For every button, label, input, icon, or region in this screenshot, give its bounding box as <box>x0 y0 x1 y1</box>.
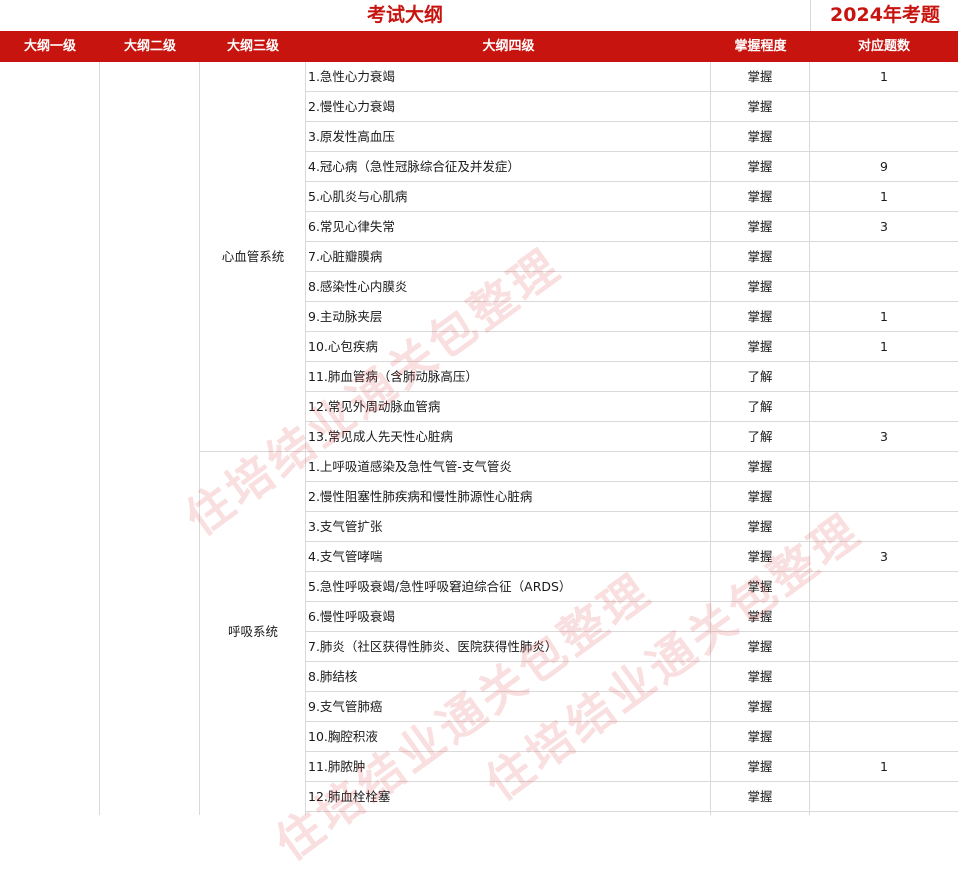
header-count: 对应题数 <box>857 39 910 54</box>
topic-cell: 12.常见外周动脉血管病 <box>308 399 441 414</box>
table-row: 5.心肌炎与心肌病 掌握 1 <box>306 182 958 212</box>
count-cell: 1 <box>880 309 888 324</box>
table-row: 12.肺血栓栓塞 掌握 <box>306 782 958 812</box>
table-row: 2.慢性阻塞性肺疾病和慢性肺源性心脏病 掌握 <box>306 482 958 512</box>
count-cell: 1 <box>880 189 888 204</box>
table-row: 6.慢性呼吸衰竭 掌握 <box>306 602 958 632</box>
topic-cell: 10.心包疾病 <box>308 339 378 354</box>
topic-cell: 8.感染性心内膜炎 <box>308 279 408 294</box>
topic-cell: 11.肺脓肿 <box>308 759 366 774</box>
topic-cell: 13.常见成人先天性心脏病 <box>308 429 453 444</box>
topic-cell: 11.肺血管病（含肺动脉高压） <box>308 369 478 384</box>
header-level2: 大纲二级 <box>123 39 176 54</box>
topic-cell: 7.肺炎（社区获得性肺炎、医院获得性肺炎） <box>308 639 558 654</box>
count-cell: 1 <box>880 759 888 774</box>
count-cell: 1 <box>880 69 888 84</box>
column-divider <box>99 62 100 815</box>
count-cell: 9 <box>880 159 888 174</box>
system-label: 呼吸系统 <box>227 624 278 639</box>
topic-cell: 5.急性呼吸衰竭/急性呼吸窘迫综合征（ARDS） <box>308 579 572 594</box>
topic-cell: 2.慢性阻塞性肺疾病和慢性肺源性心脏病 <box>308 489 533 504</box>
table-row: 6.常见心律失常 掌握 3 <box>306 212 958 242</box>
count-cell: 3 <box>880 549 888 564</box>
topic-cell: 1.上呼吸道感染及急性气管-支气管炎 <box>308 459 512 474</box>
table-row: 2.慢性心力衰竭 掌握 <box>306 92 958 122</box>
table-row: 4.冠心病（急性冠脉综合征及并发症） 掌握 9 <box>306 152 958 182</box>
table-row: 13.常见成人先天性心脏病 了解 3 <box>306 422 958 452</box>
system-label: 心血管系统 <box>221 249 285 264</box>
topic-cell: 2.慢性心力衰竭 <box>308 99 395 114</box>
table-row: 10.心包疾病 掌握 1 <box>306 332 958 362</box>
mastery-cell: 掌握 <box>747 519 773 534</box>
mastery-cell: 掌握 <box>747 99 773 114</box>
count-cell: 3 <box>880 219 888 234</box>
table-row: 7.心脏瓣膜病 掌握 <box>306 242 958 272</box>
table-row: 3.支气管扩张 掌握 <box>306 512 958 542</box>
year-title: 2024年考题 <box>810 0 958 31</box>
mastery-cell: 了解 <box>747 429 773 444</box>
page-title: 考试大纲 <box>366 4 443 26</box>
table-header: 大纲一级 大纲二级 大纲三级 大纲四级 掌握程度 对应题数 <box>0 31 958 62</box>
mastery-cell: 了解 <box>747 399 773 414</box>
mastery-cell: 掌握 <box>747 489 773 504</box>
topic-cell: 3.原发性高血压 <box>308 129 395 144</box>
table-row: 9.主动脉夹层 掌握 1 <box>306 302 958 332</box>
mastery-cell: 掌握 <box>747 159 773 174</box>
table-row: 1.急性心力衰竭 掌握 1 <box>306 62 958 92</box>
mastery-cell: 掌握 <box>747 579 773 594</box>
title-row: 考试大纲 2024年考题 <box>0 0 958 31</box>
mastery-cell: 掌握 <box>747 789 773 804</box>
mastery-cell: 掌握 <box>747 669 773 684</box>
table-row: 10.胸腔积液 掌握 <box>306 722 958 752</box>
mastery-cell: 掌握 <box>747 699 773 714</box>
mastery-cell: 掌握 <box>747 219 773 234</box>
mastery-cell: 掌握 <box>747 129 773 144</box>
count-cell: 1 <box>880 339 888 354</box>
topic-cell: 1.急性心力衰竭 <box>308 69 395 84</box>
topic-cell: 7.心脏瓣膜病 <box>308 249 383 264</box>
mastery-cell: 掌握 <box>747 279 773 294</box>
mastery-cell: 掌握 <box>747 759 773 774</box>
header-mastery: 掌握程度 <box>734 39 787 54</box>
mastery-cell: 掌握 <box>747 459 773 474</box>
mastery-cell: 掌握 <box>747 249 773 264</box>
topic-cell: 4.冠心病（急性冠脉综合征及并发症） <box>308 159 520 174</box>
table-row: 12.常见外周动脉血管病 了解 <box>306 392 958 422</box>
table-row: 4.支气管哮喘 掌握 3 <box>306 542 958 572</box>
topic-cell: 9.主动脉夹层 <box>308 309 383 324</box>
mastery-cell: 掌握 <box>747 729 773 744</box>
table-row: 9.支气管肺癌 掌握 <box>306 692 958 722</box>
table-row: 11.肺血管病（含肺动脉高压） 了解 <box>306 362 958 392</box>
topic-cell: 6.常见心律失常 <box>308 219 395 234</box>
topic-cell: 9.支气管肺癌 <box>308 699 383 714</box>
topic-cell: 10.胸腔积液 <box>308 729 378 744</box>
topic-cell: 8.肺结核 <box>308 669 358 684</box>
topic-cell: 12.肺血栓栓塞 <box>308 789 391 804</box>
table-row: 7.肺炎（社区获得性肺炎、医院获得性肺炎） 掌握 <box>306 632 958 662</box>
mastery-cell: 掌握 <box>747 69 773 84</box>
header-level3: 大纲三级 <box>226 39 279 54</box>
topic-cell: 5.心肌炎与心肌病 <box>308 189 408 204</box>
mastery-cell: 了解 <box>747 369 773 384</box>
header-level1: 大纲一级 <box>23 39 76 54</box>
table-row: 11.肺脓肿 掌握 1 <box>306 752 958 782</box>
count-cell: 3 <box>880 429 888 444</box>
topic-cell: 3.支气管扩张 <box>308 519 383 534</box>
header-level4: 大纲四级 <box>482 39 535 54</box>
table-row: 5.急性呼吸衰竭/急性呼吸窘迫综合征（ARDS） 掌握 <box>306 572 958 602</box>
mastery-cell: 掌握 <box>747 339 773 354</box>
mastery-cell: 掌握 <box>747 189 773 204</box>
topic-cell: 4.支气管哮喘 <box>308 549 383 564</box>
table-row: 3.原发性高血压 掌握 <box>306 122 958 152</box>
mastery-cell: 掌握 <box>747 639 773 654</box>
mastery-cell: 掌握 <box>747 309 773 324</box>
topic-cell: 6.慢性呼吸衰竭 <box>308 609 395 624</box>
table-row: 8.肺结核 掌握 <box>306 662 958 692</box>
mastery-cell: 掌握 <box>747 609 773 624</box>
mastery-cell: 掌握 <box>747 549 773 564</box>
outline-table: 1.急性心力衰竭 掌握 1 2.慢性心力衰竭 掌握 3.原发性高血压 掌握 4.冠心病（急性冠… <box>0 62 958 815</box>
table-row: 8.感染性心内膜炎 掌握 <box>306 272 958 302</box>
table-row: 1.上呼吸道感染及急性气管-支气管炎 掌握 <box>306 452 958 482</box>
